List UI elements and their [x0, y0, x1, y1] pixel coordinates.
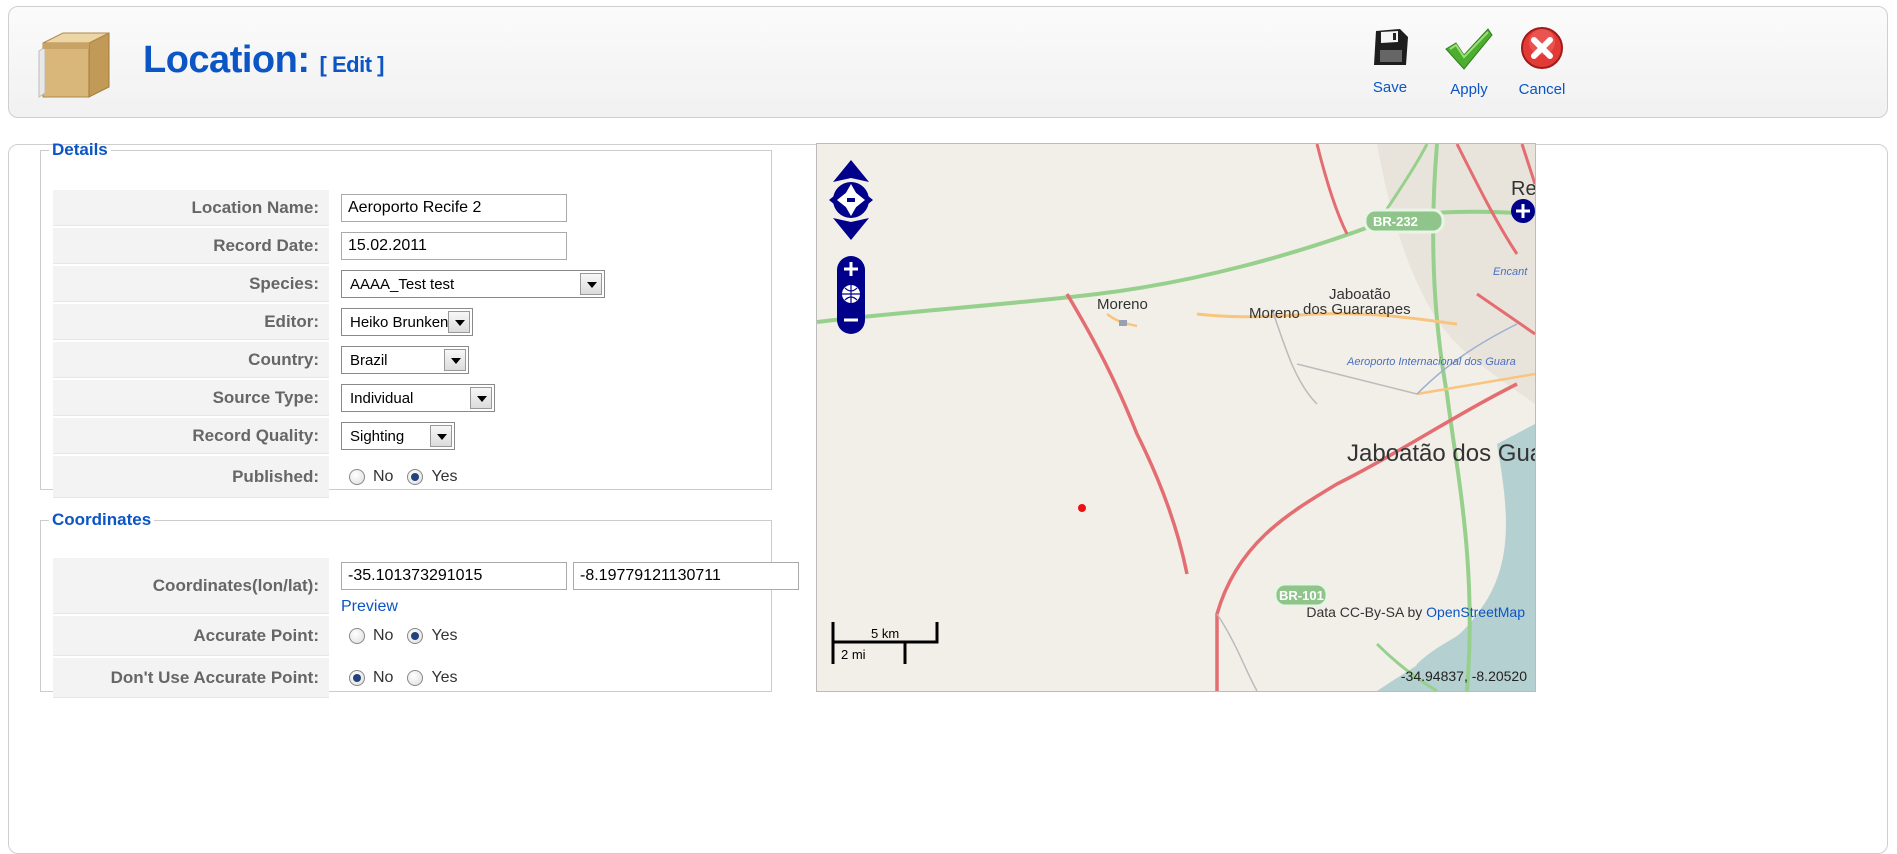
record-date-label: Record Date:	[53, 228, 329, 264]
map-label-jaboatao-big: Jaboatão dos Guar	[1347, 440, 1536, 467]
editor-row: Editor: Heiko Brunken	[53, 304, 921, 340]
location-name-row: Location Name: Aeroporto Recife 2	[53, 190, 921, 226]
longitude-input[interactable]: -35.101373291015	[341, 562, 567, 590]
dont-use-accurate-point-no-label: No	[373, 669, 394, 686]
dont-use-accurate-point-no-radio[interactable]	[349, 670, 365, 686]
save-button[interactable]: Save	[1353, 25, 1427, 115]
record-quality-select[interactable]: Sighting	[341, 422, 455, 450]
toolbar-header: Location: [ Edit ] Save Apply Cancel	[8, 6, 1888, 118]
page-title-text: Location:	[143, 39, 310, 81]
dont-use-accurate-point-row: Don't Use Accurate Point: No Yes	[53, 658, 921, 698]
editor-value: Heiko Brunken	[350, 314, 449, 331]
page-title: Location: [ Edit ]	[143, 39, 384, 82]
apply-button[interactable]: Apply	[1432, 25, 1506, 115]
dont-use-accurate-point-yes-label: Yes	[431, 669, 458, 686]
published-label: Published:	[53, 456, 329, 498]
location-map[interactable]: Re Moreno Moreno Jaboatão dos Guararapes…	[816, 143, 1536, 692]
published-row: Published: No Yes	[53, 456, 921, 498]
map-label-moreno: Moreno	[1097, 296, 1148, 313]
species-value: AAAA_Test test	[350, 276, 455, 293]
chevron-down-icon	[444, 349, 466, 371]
coordinates-label: Coordinates(lon/lat):	[53, 558, 329, 614]
accurate-point-label: Accurate Point:	[53, 616, 329, 656]
zoom-out-button[interactable]	[837, 312, 865, 336]
chevron-down-icon	[580, 273, 602, 295]
chevron-down-icon	[470, 387, 492, 409]
record-quality-label: Record Quality:	[53, 418, 329, 454]
published-yes-label: Yes	[431, 468, 458, 485]
coordinates-legend: Coordinates	[52, 510, 152, 529]
world-zoom-icon[interactable]	[837, 284, 865, 312]
cancel-icon	[1521, 27, 1563, 69]
published-no-radio[interactable]	[349, 469, 365, 485]
zoom-in-button[interactable]	[837, 256, 865, 282]
map-label-airport: Aeroporto Internacional dos Guara	[1347, 356, 1516, 368]
floppy-disk-icon	[1374, 29, 1408, 65]
record-quality-value: Sighting	[350, 428, 405, 445]
map-label-re: Re	[1511, 178, 1536, 200]
coordinates-row: Coordinates(lon/lat): -35.101373291015 -…	[53, 558, 921, 616]
latitude-input[interactable]: -8.19779121130711	[573, 562, 799, 590]
dont-use-accurate-point-yes-radio[interactable]	[407, 670, 424, 686]
accurate-point-row: Accurate Point: No Yes	[53, 616, 921, 656]
pan-control[interactable]	[837, 158, 877, 246]
box-icon	[38, 32, 110, 98]
source-type-value: Individual	[350, 390, 414, 407]
road-shield-br232: BR-232	[1373, 214, 1418, 229]
editor-label: Editor:	[53, 304, 329, 340]
map-label-moreno-2: Moreno	[1249, 305, 1300, 322]
accurate-point-no-radio[interactable]	[349, 628, 365, 644]
source-type-row: Source Type: Individual	[53, 380, 921, 416]
accurate-point-yes-label: Yes	[431, 627, 458, 644]
dont-use-accurate-point-label: Don't Use Accurate Point:	[53, 658, 329, 698]
species-select[interactable]: AAAA_Test test	[341, 270, 605, 298]
accurate-point-no-label: No	[373, 627, 394, 644]
mouse-position-readout: -34.94837, -8.20520	[1400, 668, 1527, 684]
map-attribution: Data CC-By-SA by OpenStreetMap	[1306, 604, 1525, 620]
country-row: Country: Brazil	[53, 342, 921, 378]
save-label: Save	[1372, 79, 1408, 96]
details-legend: Details	[52, 140, 108, 159]
layer-switcher-icon[interactable]	[1511, 199, 1535, 223]
published-no-label: No	[373, 468, 394, 485]
details-fieldset: Details Location Name: Aeroporto Recife …	[40, 140, 772, 498]
chevron-down-icon	[448, 311, 470, 333]
apply-label: Apply	[1450, 81, 1488, 98]
location-name-input[interactable]: Aeroporto Recife 2	[341, 194, 567, 222]
coordinates-fieldset: Coordinates Coordinates(lon/lat): -35.10…	[40, 510, 799, 698]
road-shield-br101: BR-101	[1279, 588, 1324, 603]
edit-mode-label: [ Edit ]	[319, 52, 385, 77]
checkmark-icon	[1445, 28, 1493, 70]
scale-km-label: 5 km	[871, 626, 900, 641]
openstreetmap-link[interactable]: OpenStreetMap	[1426, 604, 1525, 620]
cancel-button[interactable]: Cancel	[1505, 25, 1579, 115]
record-date-row: Record Date: 15.02.2011	[53, 228, 921, 264]
chevron-down-icon	[430, 425, 452, 447]
map-label-encant: Encant	[1493, 266, 1528, 278]
species-label: Species:	[53, 266, 329, 302]
record-date-input[interactable]: 15.02.2011	[341, 232, 567, 260]
country-select[interactable]: Brazil	[341, 346, 469, 374]
source-type-select[interactable]: Individual	[341, 384, 495, 412]
cancel-label: Cancel	[1518, 81, 1566, 98]
scale-mi-label: 2 mi	[841, 647, 866, 662]
editor-select[interactable]: Heiko Brunken	[341, 308, 473, 336]
attribution-text: Data CC-By-SA by	[1306, 604, 1423, 620]
map-label-guararapes: dos Guararapes	[1303, 301, 1411, 318]
preview-link[interactable]: Preview	[341, 598, 567, 616]
record-quality-row: Record Quality: Sighting	[53, 418, 921, 454]
source-type-label: Source Type:	[53, 380, 329, 416]
accurate-point-yes-radio[interactable]	[407, 628, 424, 644]
location-name-label: Location Name:	[53, 190, 329, 226]
species-row: Species: AAAA_Test test	[53, 266, 921, 302]
published-yes-radio[interactable]	[407, 469, 424, 485]
country-label: Country:	[53, 342, 329, 378]
country-value: Brazil	[350, 352, 388, 369]
